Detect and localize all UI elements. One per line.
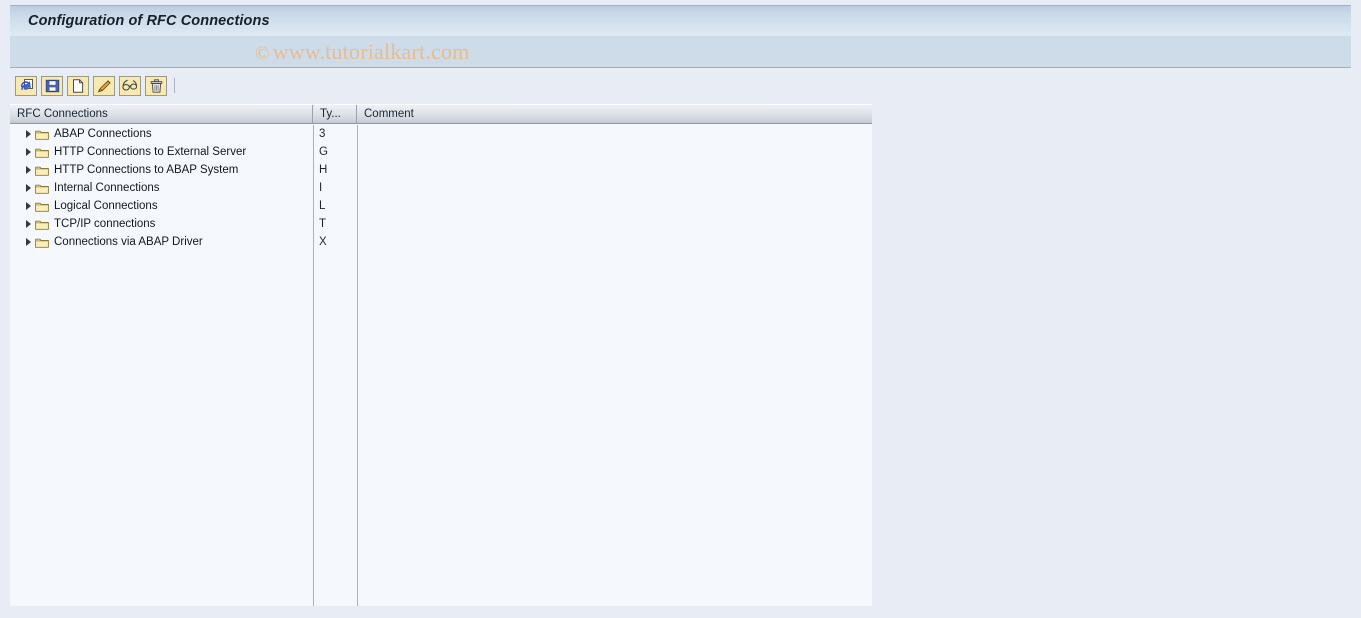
tree-node-type-cell: H xyxy=(319,164,328,176)
tree-node-name-cell[interactable]: HTTP Connections to ABAP System xyxy=(10,161,313,179)
refresh-execute-button[interactable] xyxy=(15,75,37,96)
chevron-right-icon[interactable] xyxy=(22,215,34,233)
tree-node-comment-cell xyxy=(357,179,871,197)
rfc-connections-tree: ABAP Connections 3 HTTP Connections to E… xyxy=(10,125,872,606)
table-row[interactable]: HTTP Connections to ABAP System H xyxy=(10,161,872,179)
tree-node-type-cell: G xyxy=(319,146,328,158)
application-toolbar xyxy=(10,69,1351,102)
folder-icon xyxy=(34,161,50,179)
tree-node-name-cell[interactable]: Logical Connections xyxy=(10,197,313,215)
tree-node-type-cell: L xyxy=(319,200,326,212)
new-document-icon xyxy=(71,78,85,93)
tree-node-name-cell[interactable]: ABAP Connections xyxy=(10,125,313,143)
page-title: Configuration of RFC Connections xyxy=(28,13,270,29)
folder-icon xyxy=(34,125,50,143)
tree-node-label: HTTP Connections to ABAP System xyxy=(54,164,239,176)
copyright-symbol: © xyxy=(255,42,270,64)
watermark-text: © www.tutorialkart.com xyxy=(255,39,470,65)
eyeglasses-display-icon xyxy=(122,79,138,92)
tree-node-comment-cell xyxy=(357,215,871,233)
table-row[interactable]: Connections via ABAP Driver X xyxy=(10,233,872,251)
tree-node-name-cell[interactable]: Internal Connections xyxy=(10,179,313,197)
tree-row-list: ABAP Connections 3 HTTP Connections to E… xyxy=(10,125,872,251)
tree-node-comment-cell xyxy=(357,161,871,179)
tree-node-comment-cell xyxy=(357,125,871,143)
watermark-band: © www.tutorialkart.com xyxy=(10,36,1351,68)
tree-node-label: TCP/IP connections xyxy=(54,218,156,230)
chevron-right-icon[interactable] xyxy=(22,179,34,197)
chevron-right-icon[interactable] xyxy=(22,125,34,143)
pencil-edit-icon xyxy=(97,79,112,93)
sap-application-window: Configuration of RFC Connections © www.tu… xyxy=(0,0,1361,618)
table-row[interactable]: Internal Connections I xyxy=(10,179,872,197)
tree-node-name-cell[interactable]: HTTP Connections to External Server xyxy=(10,143,313,161)
create-button[interactable] xyxy=(67,75,89,96)
tree-node-label: Logical Connections xyxy=(54,200,158,212)
table-row[interactable]: TCP/IP connections T xyxy=(10,215,872,233)
tree-node-name-cell[interactable]: Connections via ABAP Driver xyxy=(10,233,313,251)
watermark-url: www.tutorialkart.com xyxy=(272,38,470,64)
tree-node-comment-cell xyxy=(357,143,871,161)
tree-node-label: Internal Connections xyxy=(54,182,160,194)
table-row[interactable]: Logical Connections L xyxy=(10,197,872,215)
chevron-right-icon[interactable] xyxy=(22,197,34,215)
column-header-rfc-connections[interactable]: RFC Connections xyxy=(10,105,313,123)
folder-icon xyxy=(34,233,50,251)
tree-node-label: HTTP Connections to External Server xyxy=(54,146,247,158)
delete-button[interactable] xyxy=(145,75,167,96)
chevron-right-icon[interactable] xyxy=(22,143,34,161)
table-row[interactable]: HTTP Connections to External Server G xyxy=(10,143,872,161)
toolbar-separator xyxy=(174,78,175,93)
tree-node-type-cell: X xyxy=(319,236,327,248)
display-button[interactable] xyxy=(119,75,141,96)
window-title-bar: Configuration of RFC Connections xyxy=(10,5,1351,36)
save-button[interactable] xyxy=(41,75,63,96)
column-header-type[interactable]: Ty... xyxy=(313,105,357,123)
chevron-right-icon[interactable] xyxy=(22,233,34,251)
tree-node-comment-cell xyxy=(357,197,871,215)
tree-node-type-cell: 3 xyxy=(319,128,326,140)
refresh-icon xyxy=(19,78,34,93)
tree-node-name-cell[interactable]: TCP/IP connections xyxy=(10,215,313,233)
tree-node-label: ABAP Connections xyxy=(54,128,152,140)
table-row[interactable]: ABAP Connections 3 xyxy=(10,125,872,143)
tree-node-type-cell: I xyxy=(319,182,323,194)
folder-icon xyxy=(34,215,50,233)
folder-icon xyxy=(34,179,50,197)
tree-node-type-cell: T xyxy=(319,218,327,230)
folder-icon xyxy=(34,143,50,161)
column-header-comment[interactable]: Comment xyxy=(357,105,871,123)
folder-icon xyxy=(34,197,50,215)
trash-delete-icon xyxy=(150,78,163,93)
tree-column-header: RFC Connections Ty... Comment xyxy=(10,104,872,124)
tree-node-label: Connections via ABAP Driver xyxy=(54,236,203,248)
tree-node-comment-cell xyxy=(357,233,871,251)
chevron-right-icon[interactable] xyxy=(22,161,34,179)
change-button[interactable] xyxy=(93,75,115,96)
floppy-disk-save-icon xyxy=(45,79,60,93)
